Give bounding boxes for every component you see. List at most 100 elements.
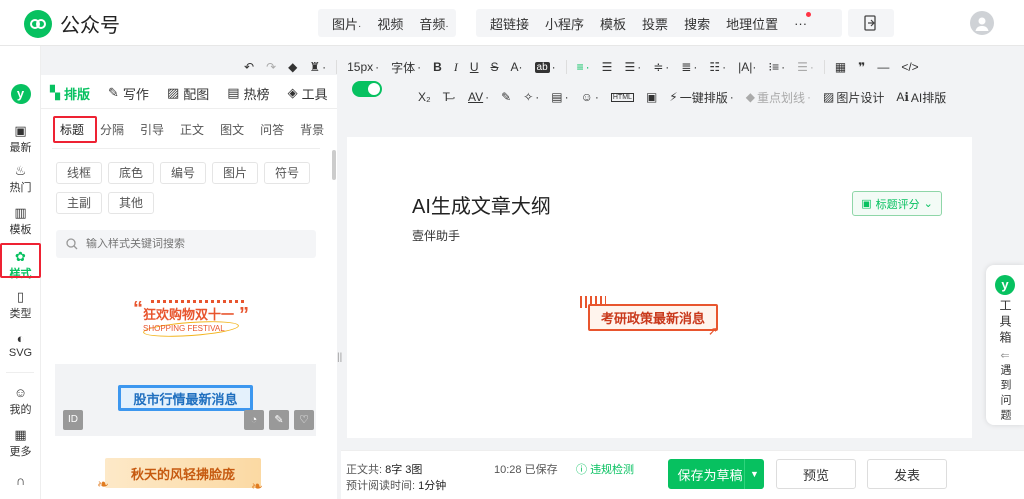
magic-button[interactable]: ✧ · (517, 90, 545, 104)
subtab-background[interactable]: 背景 (292, 118, 332, 142)
indent-button[interactable]: ☰ · (618, 60, 647, 74)
format-painter-button[interactable]: ◆ (282, 60, 303, 74)
rail-item-support[interactable]: ∩ (0, 474, 41, 489)
chip-other[interactable]: 其他 (108, 192, 154, 214)
id-badge[interactable]: ID (63, 410, 83, 430)
clear-format-button[interactable]: T̶ · (437, 90, 462, 104)
emoji-button[interactable]: ☺ · (575, 90, 605, 104)
editor-canvas[interactable] (347, 137, 972, 438)
font-size-select[interactable]: 15px · (341, 60, 385, 74)
code-button[interactable]: </> (895, 60, 924, 74)
paint-bucket-button[interactable]: ♜ · (303, 60, 332, 74)
more-button[interactable]: ··· (786, 11, 815, 31)
insert-miniprogram-button[interactable]: 小程序 (537, 14, 592, 33)
html-button[interactable]: HTML (605, 92, 640, 102)
violation-check-link[interactable]: ⓘ 违规检测 (576, 461, 634, 477)
rail-item-type[interactable]: ▯ 类型 (0, 290, 41, 321)
rail-item-template[interactable]: ▥ 模板 (0, 206, 41, 237)
insert-search-button[interactable]: 搜索 (676, 14, 718, 33)
insert-audio-button[interactable]: 音频· (411, 14, 456, 33)
theme-icon[interactable]: ◔ (244, 410, 264, 430)
toolbox-button[interactable]: ▣ (640, 90, 663, 104)
subtab-guide[interactable]: 引导 (132, 118, 172, 142)
article-author[interactable]: 壹伴助手 (412, 227, 460, 244)
rail-item-more[interactable]: ▦ 更多 (0, 428, 41, 459)
insert-image-button[interactable]: 图片· (324, 14, 369, 33)
rail-logo[interactable]: y (0, 84, 41, 104)
highlight-underline-button[interactable]: ◆ 重点划线 · (740, 89, 817, 106)
bold-button[interactable]: B (427, 60, 448, 74)
app-logo[interactable]: 公众号 (24, 9, 120, 38)
insert-vote-button[interactable]: 投票 (634, 14, 676, 33)
tab-tools[interactable]: ◈ 工具 (288, 81, 328, 105)
style-card-2[interactable]: 股市行情最新消息 ID ◔ ✎ ♡ (55, 364, 316, 436)
publish-button[interactable]: 发表 (867, 459, 947, 489)
style-card-3[interactable]: 秋天的风轻拂脸庞 ❧ ❧ (55, 448, 316, 499)
background-color-button[interactable]: ab · (529, 60, 562, 74)
align-center-button[interactable]: ☰ (596, 60, 619, 74)
export-button[interactable] (848, 9, 894, 37)
underline-button[interactable]: U (464, 60, 485, 74)
panel-scrollbar[interactable] (332, 150, 336, 180)
italic-button[interactable]: I (448, 60, 464, 75)
panel-resize-handle[interactable]: || (337, 352, 342, 363)
favorite-icon[interactable]: ♡ (294, 410, 314, 430)
user-avatar[interactable] (970, 11, 994, 35)
quote-button[interactable]: ❞ (852, 60, 871, 74)
one-click-layout-button[interactable]: ⚡ 一键排版 · (663, 89, 739, 106)
subtab-qa[interactable]: 问答 (252, 118, 292, 142)
text-direction-button[interactable]: ☷ · (703, 60, 732, 74)
rail-item-hot[interactable]: ♨ 热门 (0, 164, 41, 195)
tab-image[interactable]: ▨ 配图 (167, 81, 209, 105)
divider-button[interactable]: — (871, 60, 895, 74)
insert-link-button[interactable]: 超链接 (482, 14, 537, 33)
caret-down-icon[interactable]: ▼ (744, 459, 764, 489)
align-left-button[interactable]: ≡ · (571, 60, 596, 74)
chip-background-color[interactable]: 底色 (108, 162, 154, 184)
letter-spacing-button[interactable]: |A|· (732, 60, 762, 74)
tab-layout[interactable]: ▚ 排版 (50, 81, 90, 105)
preview-button[interactable]: 预览 (776, 459, 856, 489)
search-input[interactable] (86, 238, 286, 250)
subscript-button[interactable]: X₂ (412, 90, 437, 104)
chip-main-sub[interactable]: 主副 (56, 192, 102, 214)
insert-template-button[interactable]: 模板 (592, 14, 634, 33)
chart-button[interactable]: ▤ · (545, 90, 574, 104)
chip-frame[interactable]: 线框 (56, 162, 102, 184)
line-height-button[interactable]: ≑ · (647, 60, 675, 74)
list-button[interactable]: ⁝≡ · (762, 60, 791, 74)
tab-write[interactable]: ✎ 写作 (108, 81, 149, 105)
subtab-image-text[interactable]: 图文 (212, 118, 252, 142)
rail-item-mine[interactable]: ☺ 我的 (0, 386, 41, 417)
undo-button[interactable]: ↶ (238, 60, 260, 74)
edit-icon[interactable]: ✎ (269, 410, 289, 430)
rail-item-svg[interactable]: ◐ SVG (0, 332, 41, 360)
char-spacing-button[interactable]: AV · (462, 90, 495, 104)
article-title[interactable]: AI生成文章大纲 (412, 190, 551, 219)
paragraph-spacing-button[interactable]: ≣ · (675, 60, 703, 74)
chip-symbol[interactable]: 符号 (264, 162, 310, 184)
brush-button[interactable]: ✎ (495, 90, 517, 104)
numbered-list-button[interactable]: ☰ · (791, 60, 820, 74)
font-color-button[interactable]: A· (505, 60, 529, 74)
chip-image[interactable]: 图片 (212, 162, 258, 184)
insert-video-button[interactable]: 视频 (369, 14, 411, 33)
save-draft-button[interactable]: 保存为草稿 ▼ (668, 459, 764, 489)
tab-hot[interactable]: ▤ 热榜 (227, 81, 269, 105)
ai-layout-button[interactable]: Aℹ AI排版 (890, 89, 952, 106)
insert-location-button[interactable]: 地理位置 (718, 14, 786, 33)
title-score-button[interactable]: ▣ 标题评分 ⌄ (852, 191, 942, 216)
inserted-heading-block[interactable]: 考研政策最新消息 ➚ (578, 294, 728, 342)
toolbox-float[interactable]: y 工具箱 ⇐ 遇到问题 (986, 265, 1024, 425)
strikethrough-button[interactable]: S (485, 60, 505, 74)
rail-item-latest[interactable]: ▣ 最新 (0, 124, 41, 155)
table-button[interactable]: ▦ (829, 60, 852, 74)
style-card-1[interactable]: “ 狂欢购物双十一 SHOPPING FESTIVAL ” (55, 272, 316, 352)
redo-button[interactable]: ↷ (260, 60, 282, 74)
subtab-divider[interactable]: 分隔 (92, 118, 132, 142)
image-design-button[interactable]: ▨ 图片设计 (817, 89, 890, 106)
chip-number[interactable]: 编号 (160, 162, 206, 184)
subtab-body[interactable]: 正文 (172, 118, 212, 142)
font-family-select[interactable]: 字体 · (385, 59, 427, 76)
panel-toggle[interactable] (351, 81, 382, 97)
